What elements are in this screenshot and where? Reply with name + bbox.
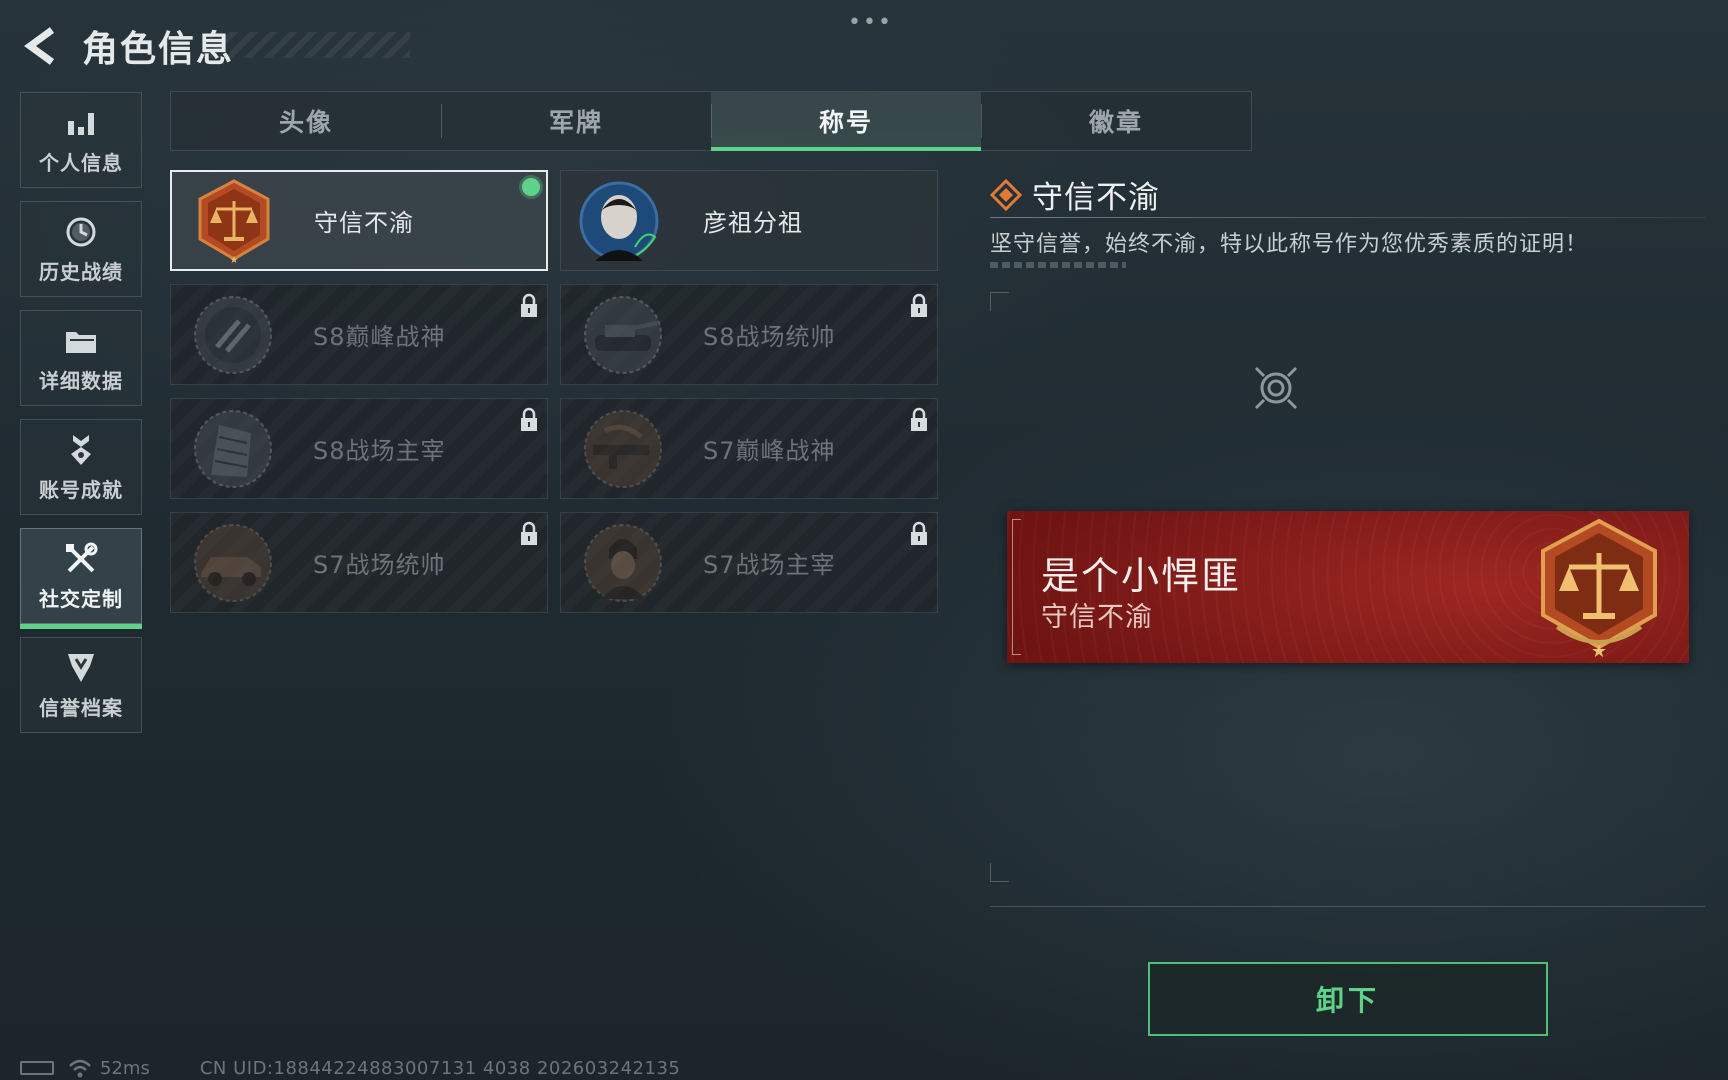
lock-icon [911, 521, 927, 545]
title-card[interactable]: 彦祖分祖 [560, 170, 938, 271]
wifi-icon [69, 1059, 91, 1078]
title-card[interactable]: S8巅峰战神 [170, 284, 548, 385]
title-name: S7战场主宰 [703, 551, 836, 579]
tab-badge[interactable]: 徽章 [981, 92, 1251, 150]
tools-icon [63, 541, 99, 577]
sidebar-item-label: 历史战绩 [39, 259, 123, 284]
sidebar-item-credit-record[interactable]: 信誉档案 [20, 637, 142, 733]
divider [990, 906, 1705, 907]
divider [990, 217, 1705, 218]
status-bar: 52ms CN UID:18844224883007131 4038 20260… [20, 1056, 680, 1080]
target-icon [1254, 366, 1298, 410]
s8-peak-emblem [194, 295, 272, 374]
sidebar-item-personal-info[interactable]: 个人信息 [20, 92, 142, 188]
back-button[interactable] [20, 23, 62, 69]
title-card[interactable]: S7巅峰战神 [560, 398, 938, 499]
tab-avatar[interactable]: 头像 [171, 92, 441, 150]
vehicle-emblem [194, 523, 272, 602]
sidebar-item-label: 账号成就 [39, 477, 123, 502]
soldier-emblem [584, 523, 662, 602]
title-name: S7巅峰战神 [703, 437, 836, 465]
title-preview-plate: 是个小悍匪 守信不渝 ★ [1007, 511, 1689, 663]
back-arrow-icon [24, 27, 55, 65]
lock-icon [911, 293, 927, 317]
diamond-marker-icon [990, 178, 1022, 211]
svg-text:★: ★ [230, 255, 239, 265]
sidebar-item-label: 信誉档案 [39, 695, 123, 720]
portrait-signature-emblem [579, 181, 659, 261]
detail-title: 守信不渝 [1032, 180, 1160, 216]
header-decoration [210, 32, 410, 58]
title-card[interactable]: ★ 守信不渝 [170, 170, 548, 271]
unequip-button[interactable]: 卸下 [1148, 962, 1548, 1036]
title-name: S8战场统帅 [703, 323, 836, 351]
plate-bracket [1012, 519, 1021, 655]
lock-icon [911, 407, 927, 431]
title-name: S8战场主宰 [313, 437, 446, 465]
title-card[interactable]: S7战场主宰 [560, 512, 938, 613]
ping-value: 52ms [100, 1057, 150, 1079]
justice-scale-emblem: ★ [198, 178, 270, 265]
detail-header: 守信不渝 [990, 172, 1160, 217]
clock-history-icon [63, 214, 99, 250]
sidebar-item-achievements[interactable]: 账号成就 [20, 419, 142, 515]
folder-icon [63, 323, 99, 359]
title-card[interactable]: S8战场统帅 [560, 284, 938, 385]
tab-dog-tag[interactable]: 军牌 [441, 92, 711, 150]
title-name: S7战场统帅 [313, 551, 446, 579]
divider [990, 262, 1126, 268]
sidebar-item-label: 详细数据 [39, 368, 123, 393]
svg-text:★: ★ [1591, 641, 1607, 659]
category-tabs: 头像 军牌 称号 徽章 [170, 91, 1252, 151]
title-card[interactable]: S7战场统帅 [170, 512, 548, 613]
sidebar: 个人信息 历史战绩 详细数据 账号成就 社交定制 信誉档案 [20, 92, 144, 746]
lock-icon [521, 293, 537, 317]
sidebar-item-history[interactable]: 历史战绩 [20, 201, 142, 297]
rifle-emblem [584, 409, 662, 488]
sidebar-item-label: 个人信息 [39, 150, 123, 175]
tab-title[interactable]: 称号 [711, 92, 981, 151]
title-name: 守信不渝 [314, 209, 414, 237]
title-card[interactable]: S8战场主宰 [170, 398, 548, 499]
preview-title: 守信不渝 [1041, 602, 1153, 633]
lock-icon [521, 521, 537, 545]
title-name: 彦祖分祖 [703, 209, 803, 237]
battery-icon [20, 1061, 54, 1075]
credit-badge-icon [63, 650, 99, 686]
header: 角色信息 [20, 18, 234, 74]
uid-text: CN UID:18844224883007131 4038 2026032421… [199, 1057, 681, 1079]
title-name: S8巅峰战神 [313, 323, 446, 351]
tank-emblem [584, 295, 662, 374]
building-emblem [194, 409, 272, 488]
sidebar-item-label: 社交定制 [39, 586, 123, 611]
frame-corner [990, 292, 1009, 311]
bar-chart-icon [63, 105, 99, 141]
lock-icon [521, 407, 537, 431]
sidebar-item-social-custom[interactable]: 社交定制 [20, 528, 142, 629]
detail-description: 坚守信誉，始终不渝，特以此称号作为您优秀素质的证明！ [990, 232, 1589, 257]
player-name: 是个小悍匪 [1041, 554, 1242, 598]
sidebar-item-detailed-data[interactable]: 详细数据 [20, 310, 142, 406]
equipped-indicator [522, 178, 540, 196]
achievement-medal-icon [63, 432, 99, 468]
more-options-icon[interactable]: ••• [848, 10, 893, 35]
justice-scale-emblem: ★ [1541, 518, 1657, 659]
title-grid: ★ 守信不渝 彦祖分祖 S8巅峰战神 S8战场统帅 S8战场主宰 S7巅峰战神 … [170, 170, 938, 613]
frame-corner [990, 863, 1009, 882]
